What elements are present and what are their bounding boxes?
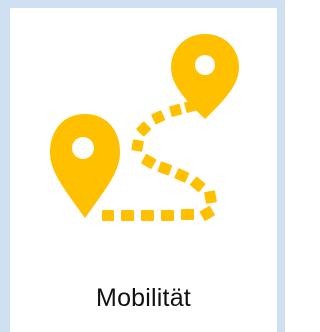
destination-pin-icon [171,34,239,119]
tile-frame: Mobilität [0,0,285,332]
dashed-route-icon [102,99,217,221]
origin-pin-icon [50,114,120,218]
route-map-pins-icon [10,8,277,238]
tile-label: Mobilität [96,284,191,312]
mobility-tile[interactable]: Mobilität [10,8,277,332]
